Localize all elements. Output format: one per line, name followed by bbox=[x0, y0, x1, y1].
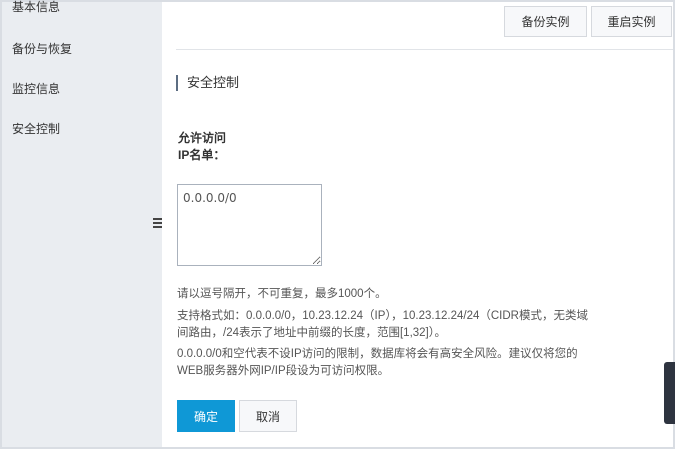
sidebar-item-basic-info[interactable]: 基本信息 bbox=[12, 0, 60, 15]
ip-whitelist-label-line1: 允许访问 bbox=[178, 131, 227, 145]
restart-instance-button[interactable]: 重启实例 bbox=[591, 6, 672, 37]
ip-whitelist-input[interactable]: 0.0.0.0/0 bbox=[177, 184, 322, 266]
section-title: 安全控制 bbox=[176, 75, 239, 91]
sidebar-item-backup-restore[interactable]: 备份与恢复 bbox=[12, 40, 72, 57]
help-text-format: 支持格式如：0.0.0.0/0，10.23.12.24（IP），10.23.12… bbox=[177, 310, 588, 339]
help-text-warning: 0.0.0.0/0和空代表不设IP访问的限制，数据库将会有高安全风险。建议仅将您… bbox=[177, 348, 578, 377]
ip-whitelist-label-line2: IP名单： bbox=[178, 148, 226, 162]
ip-whitelist-label: 允许访问 IP名单： bbox=[178, 130, 226, 164]
sidebar-item-security[interactable]: 安全控制 bbox=[12, 120, 60, 137]
main-panel: 备份实例 重启实例 安全控制 允许访问 IP名单： 0.0.0.0/0 请以逗号… bbox=[162, 2, 673, 447]
header-divider bbox=[176, 49, 673, 50]
menu-icon bbox=[152, 217, 162, 229]
help-text-separator: 请以逗号隔开，不可重复，最多1000个。 bbox=[177, 288, 387, 300]
floating-side-tab[interactable] bbox=[664, 362, 675, 424]
confirm-button[interactable]: 确定 bbox=[177, 400, 235, 432]
cancel-button[interactable]: 取消 bbox=[239, 400, 297, 432]
sidebar-item-monitoring[interactable]: 监控信息 bbox=[12, 80, 60, 97]
backup-instance-button[interactable]: 备份实例 bbox=[504, 6, 587, 37]
sidebar: 基本信息 备份与恢复 监控信息 安全控制 bbox=[2, 0, 165, 447]
